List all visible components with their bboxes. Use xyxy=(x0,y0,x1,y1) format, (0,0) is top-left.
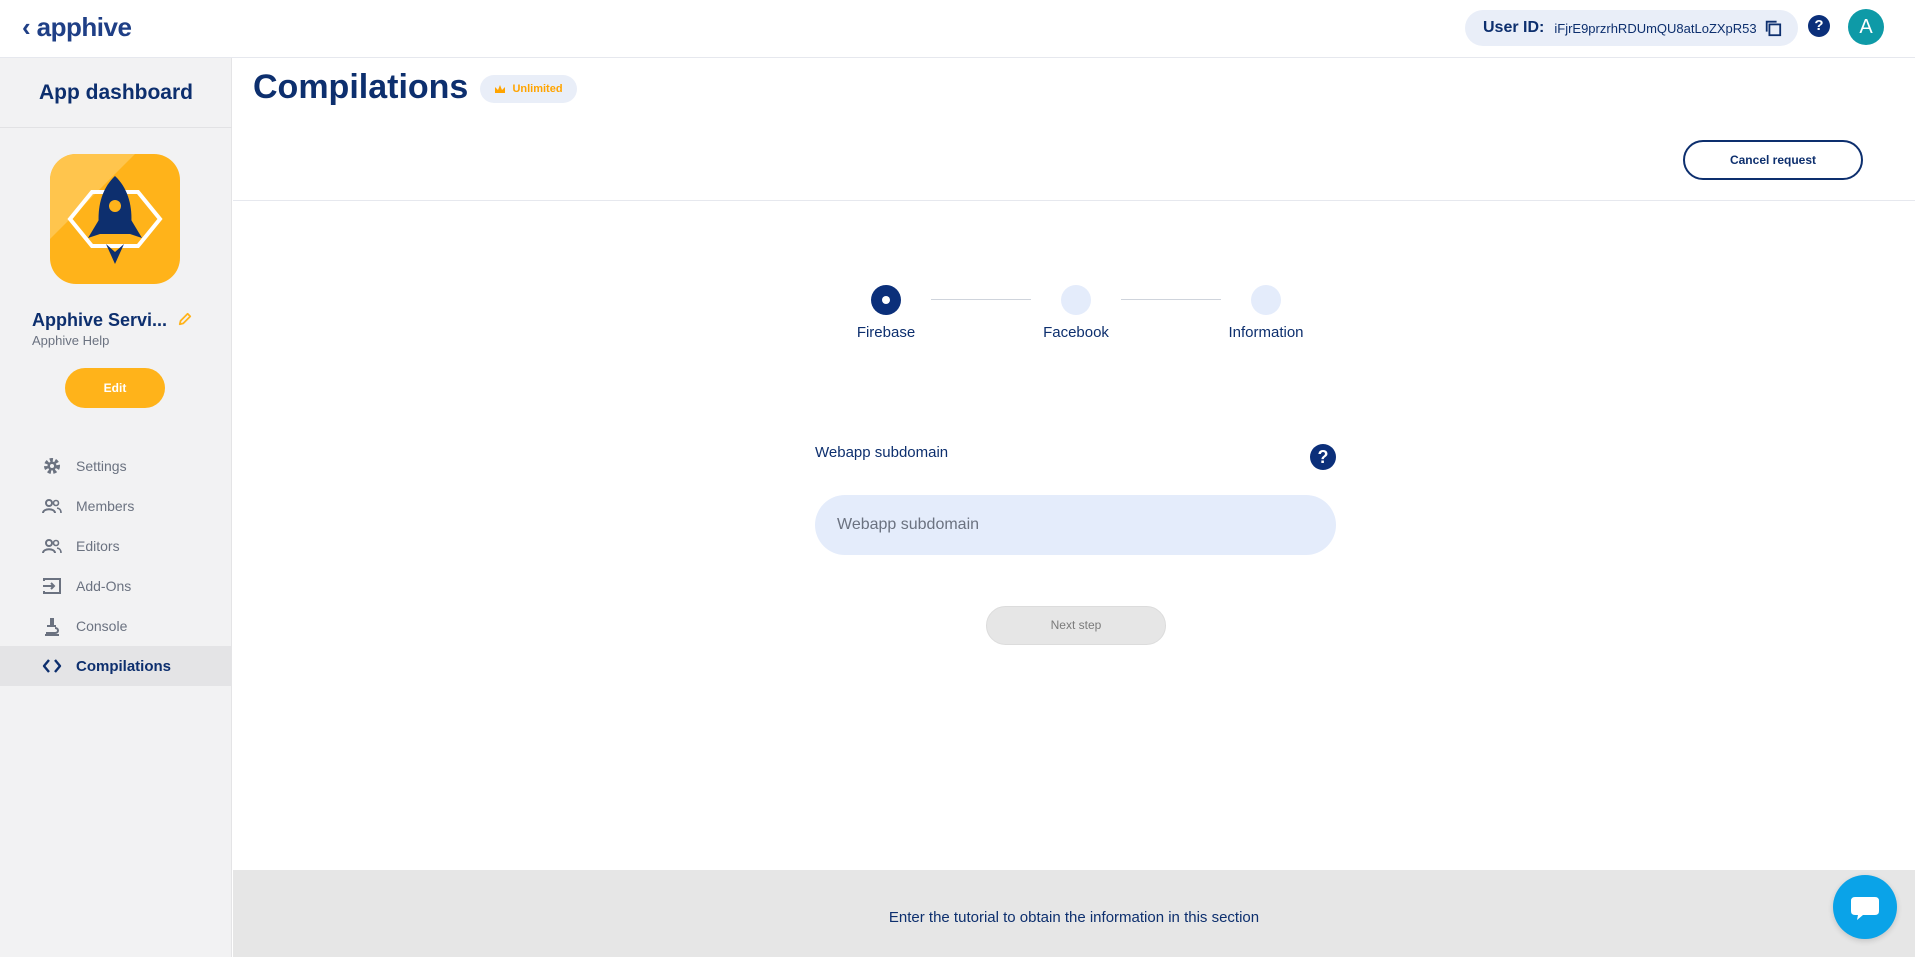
webapp-subdomain-label: Webapp subdomain xyxy=(815,444,949,461)
cancel-request-button[interactable]: Cancel request xyxy=(1683,140,1863,180)
top-bar: ‹ apphive User ID: iFjrE9przrhRDUmQU8atL… xyxy=(0,0,1915,58)
sidebar-item-compilations[interactable]: Compilations xyxy=(0,646,232,686)
sidebar-item-editors[interactable]: Editors xyxy=(0,526,232,566)
step-dot-facebook xyxy=(1061,285,1091,315)
app-name: Apphive Servi... xyxy=(32,310,168,330)
step-dot-firebase xyxy=(871,285,901,315)
footer-text: Enter the tutorial to obtain the informa… xyxy=(888,909,1260,926)
back-to-home-link[interactable]: ‹ apphive xyxy=(22,12,132,42)
step-connector xyxy=(931,299,1031,300)
copy-icon[interactable] xyxy=(1764,19,1782,37)
next-step-button[interactable]: Next step xyxy=(986,606,1166,645)
plan-badge: Unlimited xyxy=(480,75,577,103)
login-icon xyxy=(43,578,61,594)
app-subtitle: Apphive Help xyxy=(32,333,110,348)
step-dot-information xyxy=(1251,285,1281,315)
sidebar-item-label: Settings xyxy=(76,458,127,474)
user-id-value: iFjrE9przrhRDUmQU8atLoZXpR53 xyxy=(1554,20,1757,36)
help-icon[interactable]: ? xyxy=(1310,444,1336,470)
edit-app-button[interactable]: Edit xyxy=(65,368,165,408)
chat-button[interactable] xyxy=(1833,875,1897,939)
people-icon xyxy=(42,499,62,514)
sidebar-item-label: Compilations xyxy=(76,657,172,675)
step-connector xyxy=(1121,299,1221,300)
sidebar-item-settings[interactable]: Settings xyxy=(0,446,232,486)
chevron-left-icon: ‹ xyxy=(22,12,31,42)
webapp-subdomain-input[interactable] xyxy=(815,495,1336,555)
step-label-firebase: Firebase xyxy=(856,324,916,341)
rocket-icon xyxy=(50,154,163,264)
user-id-label: User ID: xyxy=(1483,19,1545,36)
people-icon xyxy=(42,539,62,554)
app-icon xyxy=(50,154,180,284)
plan-badge-label: Unlimited xyxy=(512,83,563,95)
step-label-facebook: Facebook xyxy=(1043,324,1109,341)
sidebar: App dashboard Apphive Servi... Apphive H… xyxy=(0,58,232,957)
sidebar-item-label: Console xyxy=(76,618,128,634)
sidebar-item-label: Add-Ons xyxy=(76,578,132,594)
apphive-logo: apphive xyxy=(36,12,132,42)
help-icon[interactable]: ? xyxy=(1808,15,1830,37)
sidebar-item-members[interactable]: Members xyxy=(0,486,232,526)
sidebar-item-label: Editors xyxy=(76,538,120,554)
user-id-pill: User ID: iFjrE9przrhRDUmQU8atLoZXpR53 xyxy=(1465,10,1798,46)
step-label-information: Information xyxy=(1228,324,1304,341)
sidebar-item-label: Members xyxy=(76,498,135,514)
crown-icon xyxy=(495,85,506,93)
sidebar-title: App dashboard xyxy=(0,58,232,128)
pencil-icon[interactable] xyxy=(178,312,192,326)
avatar[interactable]: A xyxy=(1848,9,1884,45)
sidebar-item-console[interactable]: Console xyxy=(0,606,232,646)
chat-bubble-icon xyxy=(1851,897,1879,920)
gear-icon xyxy=(44,458,60,474)
page-title: Compilations xyxy=(253,68,469,106)
sidebar-nav: Settings Members Editors Add-Ons Console… xyxy=(0,446,232,686)
header-divider xyxy=(233,200,1915,201)
sidebar-item-add-ons[interactable]: Add-Ons xyxy=(0,566,232,606)
code-icon xyxy=(42,659,62,673)
microscope-icon xyxy=(45,618,59,636)
tutorial-footer[interactable]: Enter the tutorial to obtain the informa… xyxy=(233,870,1915,957)
